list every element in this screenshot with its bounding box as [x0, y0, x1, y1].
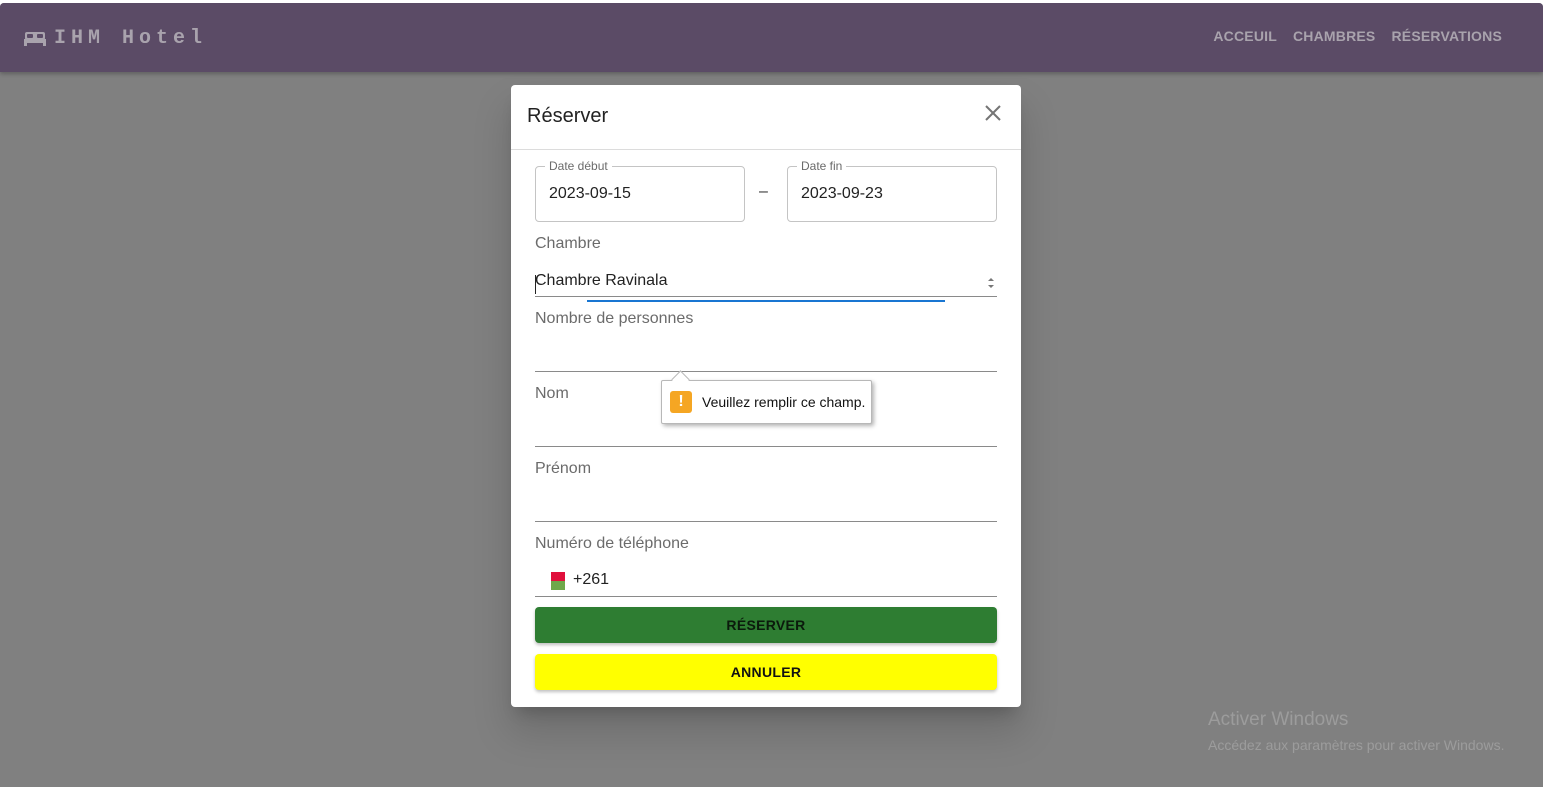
number-stepper-icon[interactable]	[987, 276, 995, 290]
prenom-field[interactable]: Prénom	[535, 460, 997, 522]
personnes-field[interactable]: Nombre de personnes	[535, 310, 997, 372]
reserve-button[interactable]: RÉSERVER	[535, 607, 997, 643]
personnes-label: Nombre de personnes	[535, 310, 694, 327]
telephone-label: Numéro de téléphone	[535, 535, 689, 552]
madagascar-flag-icon[interactable]	[545, 572, 565, 590]
telephone-underline	[535, 596, 997, 597]
windows-activation-watermark: Activer Windows Accédez aux paramètres p…	[1208, 709, 1504, 753]
chambre-label: Chambre	[535, 235, 601, 252]
chambre-value: Chambre Ravinala	[535, 272, 668, 289]
date-start-value: 2023-09-15	[549, 185, 631, 202]
dialog-header: Réserver	[511, 85, 1021, 150]
chambre-underline	[535, 296, 997, 297]
prenom-underline	[535, 521, 997, 522]
reservation-dialog: Réserver Date début 2023-09-15 – Date fi…	[511, 85, 1021, 707]
tooltip-arrow	[671, 370, 690, 389]
date-end-value: 2023-09-23	[801, 185, 883, 202]
nom-underline	[535, 446, 997, 447]
dialog-title: Réserver	[527, 105, 609, 127]
telephone-field[interactable]: Numéro de téléphone +261	[535, 535, 997, 597]
close-icon[interactable]	[983, 103, 1003, 123]
tooltip-text: Veuillez remplir ce champ.	[702, 394, 866, 410]
prenom-label: Prénom	[535, 460, 592, 477]
warning-icon: !	[670, 391, 692, 413]
watermark-subtitle: Accédez aux paramètres pour activer Wind…	[1208, 737, 1505, 753]
date-start-label: Date début	[545, 159, 612, 173]
chambre-field[interactable]: Chambre Chambre Ravinala	[535, 235, 997, 297]
date-separator: –	[759, 183, 768, 200]
date-end-label: Date fin	[797, 159, 847, 173]
date-range: Date début 2023-09-15 – Date fin 2023-09…	[535, 159, 997, 222]
validation-tooltip: ! Veuillez remplir ce champ.	[661, 370, 872, 424]
focus-indicator	[587, 300, 945, 302]
personnes-underline	[535, 371, 997, 372]
text-cursor	[535, 275, 536, 294]
date-end-field[interactable]: Date fin 2023-09-23	[787, 159, 997, 222]
watermark-title: Activer Windows	[1208, 709, 1349, 730]
cancel-button[interactable]: ANNULER	[535, 654, 997, 690]
telephone-value: +261	[573, 571, 610, 588]
date-start-field[interactable]: Date début 2023-09-15	[535, 159, 745, 222]
